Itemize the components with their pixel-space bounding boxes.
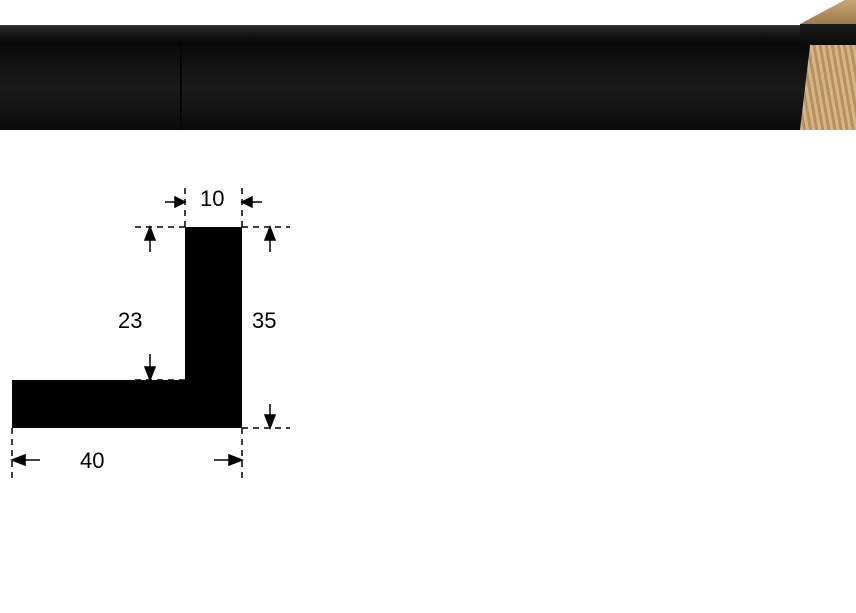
dim-label-overall-height: 35 (252, 308, 276, 334)
frame-lower-body (0, 45, 856, 130)
frame-profile-photo (0, 0, 856, 130)
dim-arrow-rebate-depth (145, 227, 155, 380)
frame-top-endgrain (800, 0, 856, 24)
dim-label-overall-width: 40 (80, 448, 104, 474)
frame-upper-rail (0, 25, 800, 47)
dim-arrow-overall-width (12, 455, 242, 465)
dim-label-top-width: 10 (200, 186, 224, 212)
dim-label-rebate-depth: 23 (118, 308, 142, 334)
frame-join-seam (180, 45, 182, 130)
cross-section-diagram: 10 23 35 40 (0, 158, 320, 528)
frame-upper-rail-endcap (800, 24, 856, 46)
